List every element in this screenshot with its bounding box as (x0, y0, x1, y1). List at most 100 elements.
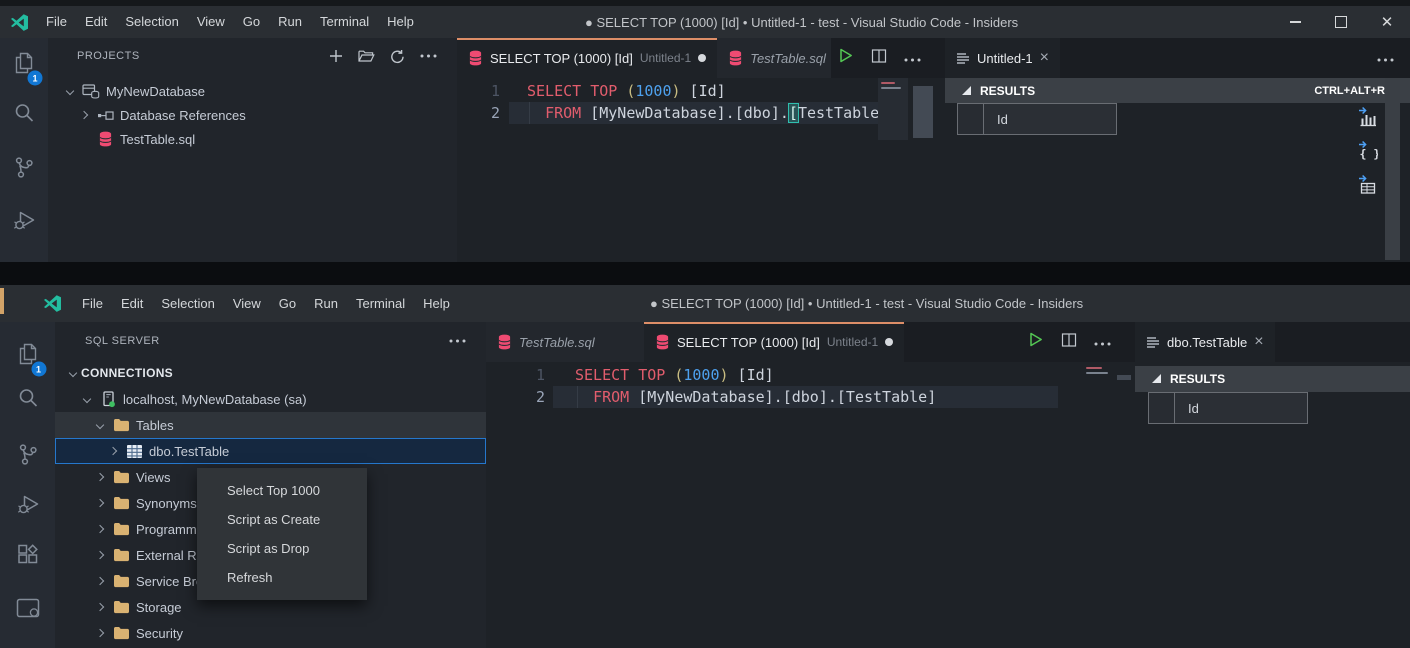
save-as-csv-icon[interactable] (1357, 106, 1378, 127)
close-window-button[interactable]: ✕ (1364, 6, 1410, 38)
tab-testtable-sql[interactable]: TestTable.sql (717, 38, 831, 78)
tab-dbo-testtable[interactable]: dbo.TestTable × (1135, 322, 1275, 362)
extensions-icon[interactable] (17, 544, 39, 571)
menu-view[interactable]: View (224, 288, 270, 320)
add-project-icon[interactable] (329, 49, 343, 63)
chevron-right-icon[interactable] (105, 448, 121, 454)
context-menu-item-select-top-1000[interactable]: Select Top 1000 (197, 476, 367, 505)
chevron-down-icon[interactable] (62, 88, 78, 94)
results-title: RESULTS (1170, 372, 1225, 386)
save-as-excel-icon[interactable] (1357, 174, 1378, 195)
tab-select-top-1000[interactable]: SELECT TOP (1000) [Id] Untitled-1 (644, 322, 904, 362)
more-actions-icon[interactable] (1377, 49, 1394, 67)
maximize-button[interactable] (1318, 6, 1364, 38)
menu-help[interactable]: Help (378, 6, 423, 38)
row-header-cell[interactable] (1148, 392, 1175, 424)
menu-help[interactable]: Help (414, 288, 459, 320)
context-menu-item-script-as-drop[interactable]: Script as Drop (197, 534, 367, 563)
run-query-icon[interactable] (1027, 331, 1044, 353)
chevron-right-icon[interactable] (92, 604, 108, 610)
split-editor-icon[interactable] (871, 48, 887, 69)
open-folder-icon[interactable] (358, 49, 375, 63)
sqlfile-icon (94, 131, 116, 147)
close-tab-icon[interactable]: × (1254, 334, 1263, 350)
collapse-triangle-icon[interactable] (962, 84, 971, 98)
search-icon[interactable] (17, 387, 39, 414)
tab-untitled-1[interactable]: Untitled-1 × (945, 38, 1060, 78)
minimize-button[interactable] (1272, 6, 1318, 38)
column-header-id[interactable]: Id (983, 103, 1117, 135)
menu-terminal[interactable]: Terminal (347, 288, 414, 320)
chevron-right-icon[interactable] (92, 526, 108, 532)
tree-item-security[interactable]: Security (55, 620, 486, 646)
modified-dot-icon[interactable] (885, 338, 893, 346)
menu-edit[interactable]: Edit (112, 288, 152, 320)
tree-item-mynewdatabase[interactable]: MyNewDatabase (48, 79, 457, 103)
tree-item-label: dbo.TestTable (149, 444, 229, 459)
tree-item-tables[interactable]: Tables (55, 412, 486, 438)
code-token: [ (789, 104, 798, 122)
chevron-right-icon[interactable] (92, 552, 108, 558)
refresh-icon[interactable] (390, 49, 405, 64)
sql-server-view-icon[interactable] (15, 598, 40, 625)
tree-item-localhost-mynewdatabase-sa[interactable]: localhost, MyNewDatabase (sa) (55, 386, 486, 412)
chevron-right-icon[interactable] (76, 112, 92, 118)
close-tab-icon[interactable]: × (1040, 50, 1049, 66)
menu-view[interactable]: View (188, 6, 234, 38)
source-control-icon[interactable] (13, 156, 35, 185)
menu-go[interactable]: Go (234, 6, 269, 38)
menu-run[interactable]: Run (305, 288, 347, 320)
more-actions-icon[interactable] (904, 49, 921, 67)
collapse-triangle-icon[interactable] (1152, 372, 1161, 386)
chevron-right-icon[interactable] (92, 578, 108, 584)
menu-file[interactable]: File (73, 288, 112, 320)
context-menu-item-script-as-create[interactable]: Script as Create (197, 505, 367, 534)
menu-go[interactable]: Go (270, 288, 305, 320)
titlebar-bottom[interactable]: FileEditSelectionViewGoRunTerminalHelp ●… (0, 285, 1410, 322)
context-menu: Select Top 1000Script as CreateScript as… (197, 468, 367, 600)
tree-item-database-references[interactable]: Database References (48, 103, 457, 127)
sidebar-title: PROJECTS (77, 50, 140, 62)
run-debug-icon[interactable] (15, 493, 40, 522)
titlebar-top[interactable]: FileEditSelectionViewGoRunTerminalHelp ●… (0, 6, 1410, 38)
menu-selection[interactable]: Selection (116, 6, 187, 38)
results-header-bottom[interactable]: RESULTS (1135, 366, 1410, 392)
more-actions-icon[interactable] (449, 339, 466, 343)
more-actions-icon[interactable] (420, 54, 437, 58)
scrollbar-track[interactable] (1385, 78, 1400, 260)
more-actions-icon[interactable] (1094, 333, 1111, 351)
modified-dot-icon[interactable] (698, 54, 706, 62)
chevron-down-icon[interactable] (79, 396, 95, 402)
code-top[interactable]: 1SELECT TOP (1000) [Id]2 FROM [MyNewData… (457, 78, 945, 262)
run-debug-icon[interactable] (12, 209, 37, 238)
save-as-json-icon[interactable]: { } (1357, 140, 1378, 161)
row-header-cell[interactable] (957, 103, 984, 135)
source-control-icon[interactable] (17, 443, 39, 472)
explorer-icon[interactable]: 1 (13, 52, 36, 81)
tree-item-dbo-testtable[interactable]: dbo.TestTable (55, 438, 486, 464)
chevron-down-icon[interactable] (65, 370, 81, 376)
menu-edit[interactable]: Edit (76, 6, 116, 38)
split-editor-icon[interactable] (1061, 332, 1077, 353)
chevron-right-icon[interactable] (92, 500, 108, 506)
context-menu-item-refresh[interactable]: Refresh (197, 563, 367, 592)
menu-terminal[interactable]: Terminal (311, 6, 378, 38)
activity-bar-top: 1 (0, 38, 48, 262)
menu-file[interactable]: File (37, 6, 76, 38)
tree-item-connections[interactable]: CONNECTIONS (55, 360, 486, 386)
results-header-top[interactable]: RESULTS CTRL+ALT+R (945, 78, 1410, 103)
tab-select-top-1000[interactable]: SELECT TOP (1000) [Id] Untitled-1 (457, 38, 717, 78)
chevron-right-icon[interactable] (92, 630, 108, 636)
run-query-icon[interactable] (837, 47, 854, 69)
column-header-id[interactable]: Id (1174, 392, 1308, 424)
menu-run[interactable]: Run (269, 6, 311, 38)
tree-item-testtable-sql[interactable]: TestTable.sql (48, 127, 457, 151)
explorer-icon[interactable]: 1 (16, 343, 39, 372)
tab-testtable-sql[interactable]: TestTable.sql (486, 322, 644, 362)
menu-selection[interactable]: Selection (152, 288, 223, 320)
chevron-down-icon[interactable] (92, 422, 108, 428)
code-bottom[interactable]: 1SELECT TOP (1000) [Id]2 FROM [MyNewData… (486, 362, 1135, 648)
search-icon[interactable] (13, 102, 35, 129)
results-title: RESULTS (980, 84, 1035, 98)
chevron-right-icon[interactable] (92, 474, 108, 480)
